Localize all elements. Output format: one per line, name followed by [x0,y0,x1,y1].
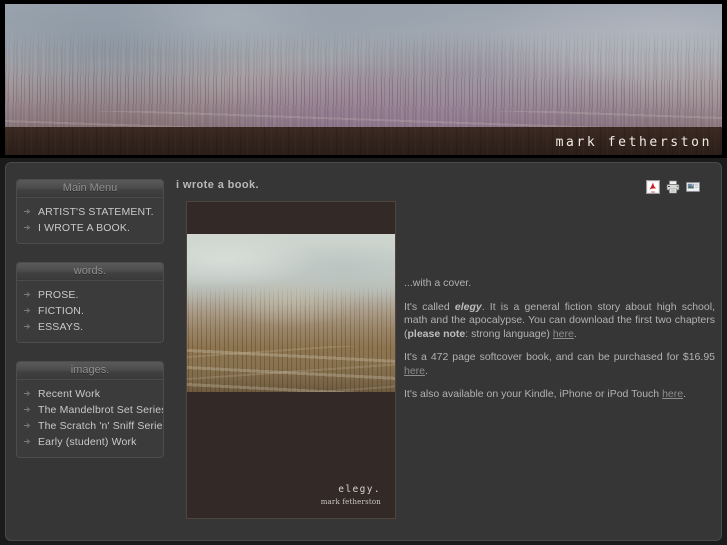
text-run: . [425,364,428,377]
page-title: i wrote a book. [176,179,260,191]
sidebar-item-label: FICTION. [38,305,85,317]
arrow-bullet-icon [24,422,32,429]
sidebar-module-body: ARTIST'S STATEMENT. I WROTE A BOOK. [17,198,163,243]
text-run: ...with a cover. [404,277,472,289]
site-name: mark fetherston [555,135,712,150]
book-cover[interactable]: elegy. mark fetherston [186,201,396,519]
sidebar-item-label: The Mandelbrot Set Series [38,404,164,416]
sidebar-item-label: Recent Work [38,388,101,400]
sidebar-item-mandelbrot-set-series[interactable]: The Mandelbrot Set Series [17,402,163,418]
banner-snow-layer [5,111,722,127]
arrow-bullet-icon [24,406,32,413]
sidebar: Main Menu ARTIST'S STATEMENT. I WROTE A … [16,179,164,476]
sidebar-module-title: words. [17,263,163,281]
header-banner-image: mark fetherston [5,4,722,155]
sidebar-item-i-wrote-a-book[interactable]: I WROTE A BOOK. [17,220,163,236]
arrow-bullet-icon [24,291,32,298]
sidebar-module-body: Recent Work The Mandelbrot Set Series Th… [17,380,163,457]
sidebar-module-main-menu: Main Menu ARTIST'S STATEMENT. I WROTE A … [16,179,164,244]
sidebar-item-prose[interactable]: PROSE. [17,287,163,303]
sidebar-item-label: ARTIST'S STATEMENT. [38,206,154,218]
text-run: It's a 472 page softcover book, and can … [404,351,715,363]
arrow-bullet-icon [24,307,32,314]
sidebar-item-label: I WROTE A BOOK. [38,222,131,234]
paragraph-purchase: It's a 472 page softcover book, and can … [404,351,715,378]
cover-snow-layer [187,346,395,392]
text-run: . [683,388,686,400]
text-run: . [573,327,577,340]
sidebar-item-recent-work[interactable]: Recent Work [17,386,163,402]
sidebar-module-body: PROSE. FICTION. ESSAYS. [17,281,163,342]
strong-text: please note [407,327,466,340]
inline-link-1[interactable]: here [662,388,683,400]
sidebar-module-title: Main Menu [17,180,163,198]
arrow-bullet-icon [24,390,32,397]
sidebar-item-label: Early (student) Work [38,436,137,448]
paragraph-about-elegy: It's called elegy. It is a general ficti… [404,301,715,342]
paragraph-with-a-cover: ...with a cover. [404,277,715,291]
arrow-bullet-icon [24,438,32,445]
print-icon[interactable] [666,180,680,194]
sidebar-item-artists-statement[interactable]: ARTIST'S STATEMENT. [17,204,163,220]
sidebar-module-words: words. PROSE. FICTION. ESSAYS. [16,262,164,343]
page-root: mark fetherston Main Menu ARTIST'S STATE… [0,0,727,545]
inline-link-5[interactable]: here [553,328,574,340]
text-run: It's called [404,300,455,313]
emphasis-text: elegy [454,300,482,313]
content-area: i wrote a book. elegy. mark fetherston .… [176,179,715,519]
book-cover-author: mark fetherston [320,498,381,506]
sidebar-item-fiction[interactable]: FICTION. [17,303,163,319]
site-header: mark fetherston [0,0,727,158]
article-tools [646,180,700,194]
arrow-bullet-icon [24,224,32,231]
arrow-bullet-icon [24,208,32,215]
arrow-bullet-icon [24,323,32,330]
sidebar-item-label: PROSE. [38,289,79,301]
text-run: It's also available on your Kindle, iPho… [404,388,663,400]
article-body: ...with a cover. It's called elegy. It i… [404,277,715,402]
book-cover-title: elegy. [338,484,381,495]
pdf-icon[interactable] [646,180,660,194]
book-cover-photo [187,234,395,392]
sidebar-module-images: images. Recent Work The Mandelbrot Set S… [16,361,164,458]
sidebar-item-scratch-n-sniff-series[interactable]: The Scratch 'n' Sniff Series [17,418,163,434]
inline-link-1[interactable]: here [404,365,425,377]
sidebar-module-title: images. [17,362,163,380]
email-icon[interactable] [686,180,700,194]
sidebar-item-label: ESSAYS. [38,321,84,333]
paragraph-ebook: It's also available on your Kindle, iPho… [404,388,715,402]
sidebar-item-essays[interactable]: ESSAYS. [17,319,163,335]
main-panel: Main Menu ARTIST'S STATEMENT. I WROTE A … [5,162,722,541]
text-run: : strong language) [465,327,553,340]
sidebar-item-early-student-work[interactable]: Early (student) Work [17,434,163,450]
sidebar-item-label: The Scratch 'n' Sniff Series [38,420,164,432]
